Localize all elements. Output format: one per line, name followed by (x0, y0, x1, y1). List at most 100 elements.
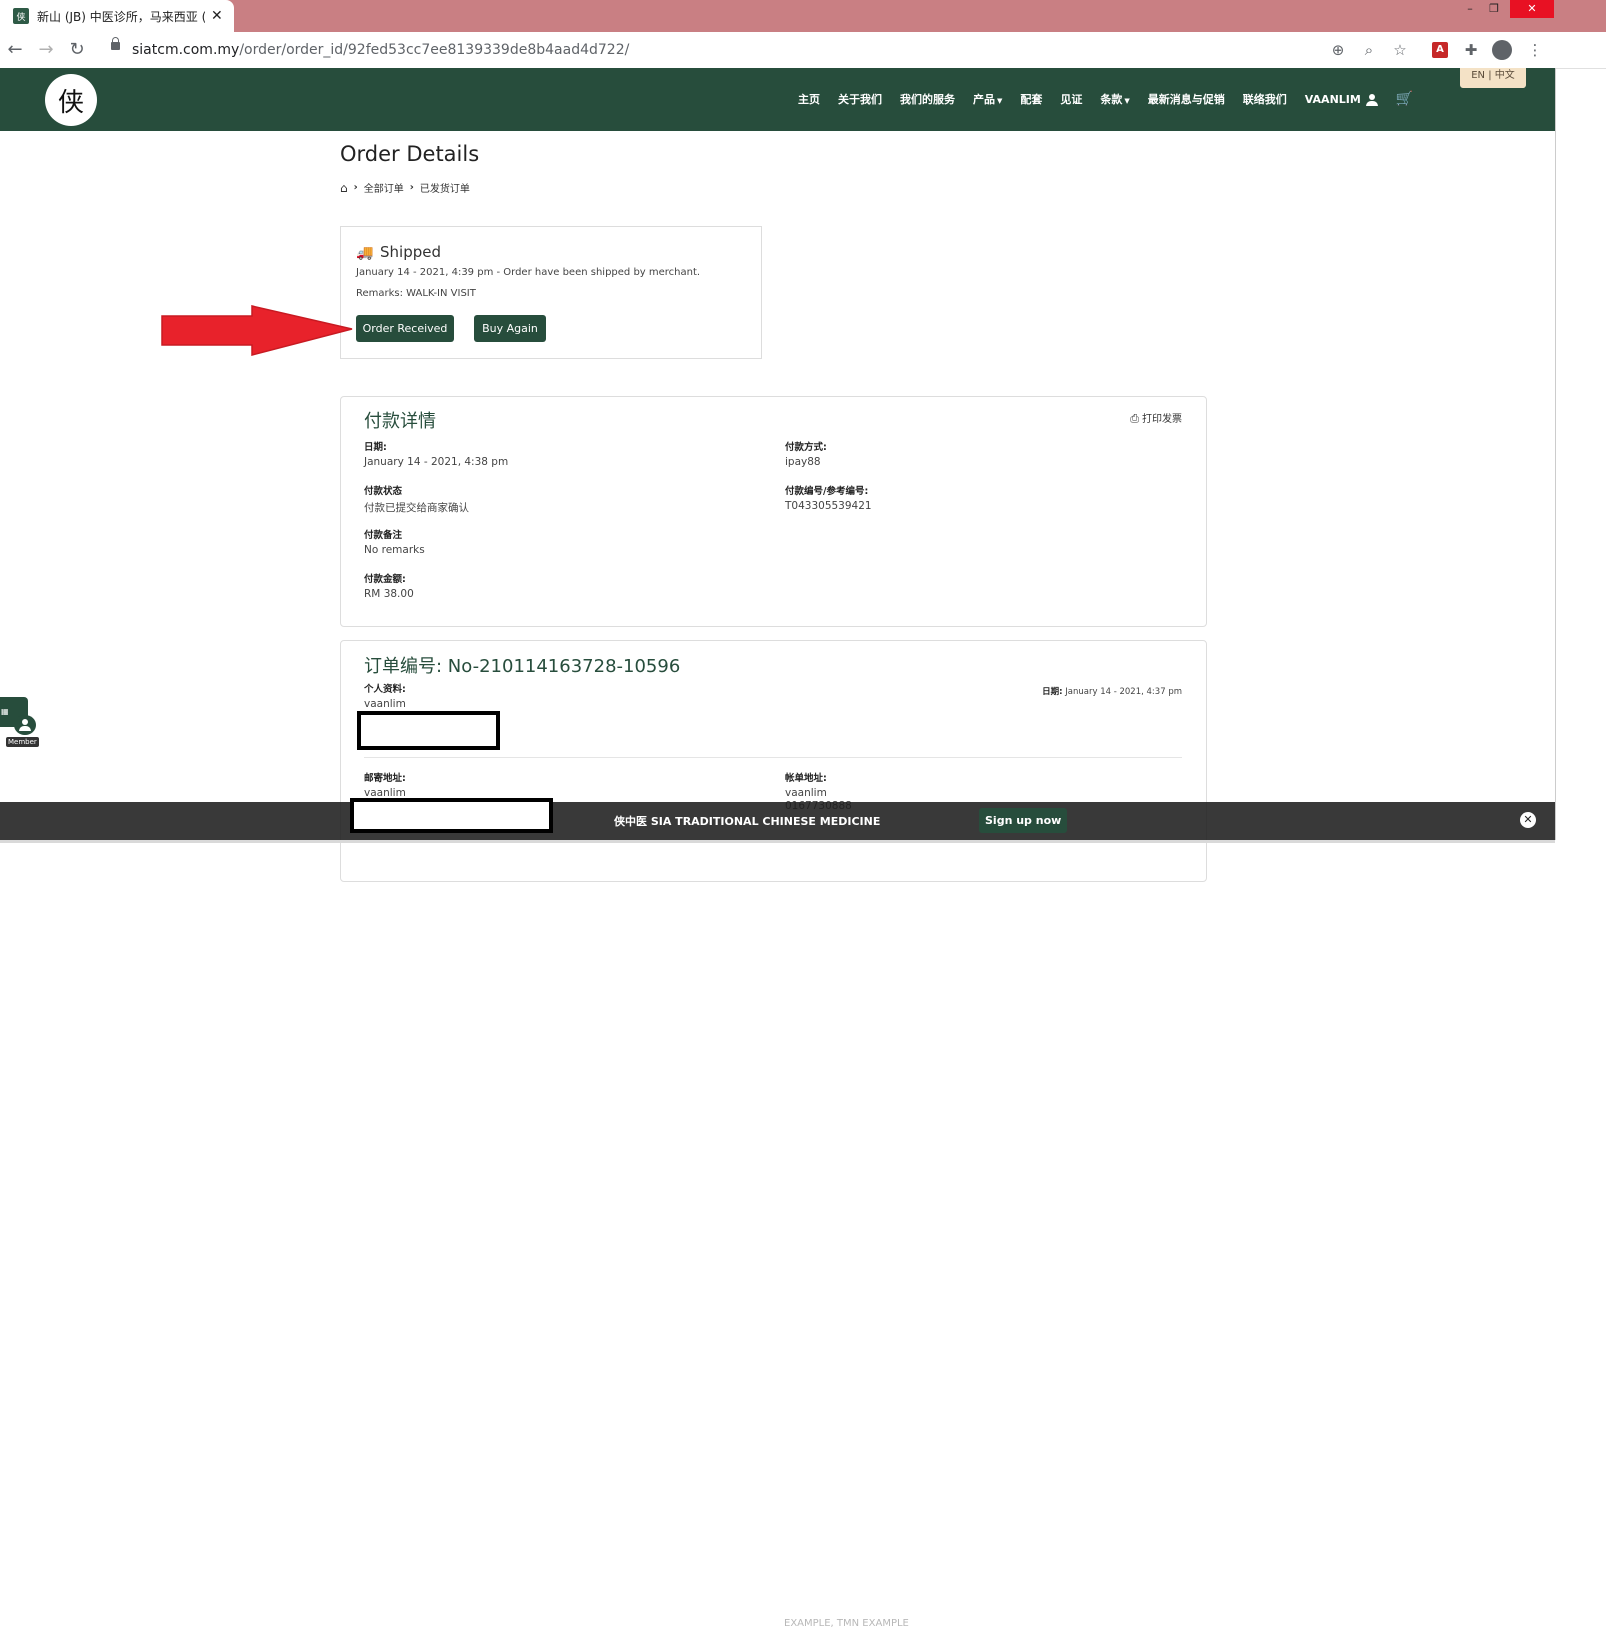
payment-status-value: 付款已提交给商家确认 (364, 502, 469, 514)
site-header: 侠 主页 关于我们 我们的服务 产品 ▼ 配套 见证 条款 ▼ 最新消息与促销 联络… (0, 68, 1555, 131)
payment-date-label: 日期: (364, 442, 387, 453)
profile-label: 个人资料: (364, 684, 406, 695)
site-logo[interactable]: 侠 (45, 74, 97, 126)
url-host: siatcm.com.my (132, 42, 240, 58)
nav-user[interactable]: VAANLIM (1305, 93, 1378, 106)
payment-status-field: 付款状态 付款已提交给商家确认 (364, 483, 469, 515)
member-person-icon (14, 715, 36, 735)
forward-arrow-icon[interactable]: → (35, 39, 57, 60)
window-restore-button[interactable]: ❐ (1478, 0, 1510, 18)
print-invoice-link[interactable]: ⎙ 打印发票 (1130, 410, 1182, 426)
grid-icon: ▦ (1, 707, 9, 716)
page-title: Order Details (340, 142, 480, 166)
status-title: Shipped (380, 243, 441, 261)
order-date-label: 日期: (1042, 687, 1063, 697)
tab-title: 新山 (JB) 中医诊所，马来西亚 (M (37, 9, 205, 24)
profile-value: vaanlim (364, 698, 406, 710)
payment-heading: 付款详情 (364, 411, 436, 432)
pdf-extension-icon[interactable]: A (1432, 42, 1448, 58)
browser-tab[interactable]: 侠 新山 (JB) 中医诊所，马来西亚 (M ✕ (0, 0, 234, 32)
payment-amount-value: RM 38.00 (364, 588, 414, 600)
profile-field: 个人资料: vaanlim (364, 681, 406, 710)
bookmark-star-icon[interactable]: ☆ (1390, 41, 1410, 59)
payment-ref-value: T043305539421 (785, 500, 872, 512)
payment-ref-field: 付款编号/参考编号: T043305539421 (785, 483, 872, 512)
site-favicon-icon: 侠 (13, 8, 29, 24)
url-path: /order/order_id/92fed53cc7ee8139339de8b4… (239, 42, 630, 58)
buy-again-button[interactable]: Buy Again (474, 315, 546, 342)
user-icon (1365, 93, 1378, 106)
back-arrow-icon[interactable]: ← (4, 39, 26, 60)
nav-contact[interactable]: 联络我们 (1243, 91, 1287, 107)
sign-up-button[interactable]: Sign up now (979, 808, 1068, 833)
browser-tab-bar: 侠 新山 (JB) 中医诊所，马来西亚 (M ✕ – ❐ ✕ (0, 0, 1606, 32)
add-page-icon[interactable]: ⊕ (1328, 41, 1348, 59)
nav-terms[interactable]: 条款 ▼ (1100, 91, 1129, 107)
shipping-address-field: 邮寄地址: vaanlim (364, 770, 406, 799)
billing-address-line: EXAMPLE, TMN EXAMPLE (784, 1618, 909, 1629)
payment-ref-label: 付款编号/参考编号: (785, 486, 869, 497)
nav-packages[interactable]: 配套 (1020, 91, 1042, 107)
nav-news[interactable]: 最新消息与促销 (1148, 91, 1225, 107)
payment-status-label: 付款状态 (364, 486, 403, 497)
nav-home[interactable]: 主页 (798, 91, 820, 107)
member-label: Member (6, 737, 39, 747)
address-bar[interactable]: siatcm.com.my/order/order_id/92fed53cc7e… (100, 36, 1420, 64)
status-description: January 14 - 2021, 4:39 pm - Order have … (356, 267, 701, 278)
order-date: 日期: January 14 - 2021, 4:37 pm (1042, 685, 1182, 697)
order-received-button[interactable]: Order Received (356, 315, 454, 342)
nav-products[interactable]: 产品 ▼ (973, 91, 1002, 107)
home-icon[interactable]: ⌂ (340, 181, 348, 195)
order-status-card: 🚚 Shipped January 14 - 2021, 4:39 pm - O… (340, 226, 762, 359)
signup-banner: EXAMPLE, TMN EXAMPLE 侠中医 SIA TRADITIONAL… (0, 798, 1555, 1629)
payment-details-card: 付款详情 ⎙ 打印发票 日期: January 14 - 2021, 4:38 p… (340, 396, 1207, 627)
printer-icon: ⎙ (1130, 412, 1139, 425)
payment-remark-label: 付款备注 (364, 530, 403, 541)
nav-terms-label: 条款 (1100, 93, 1123, 106)
browser-toolbar: ← → ↻ siatcm.com.my/order/order_id/92fed… (0, 32, 1606, 69)
nav-products-label: 产品 (973, 93, 995, 106)
browser-menu-icon[interactable]: ⋮ (1525, 41, 1545, 59)
chevron-down-icon: ▼ (1124, 97, 1130, 105)
payment-amount-field: 付款金额: RM 38.00 (364, 571, 414, 600)
bottom-strip (0, 840, 1555, 843)
url-text: siatcm.com.my/order/order_id/92fed53cc7e… (132, 42, 629, 58)
payment-date-field: 日期: January 14 - 2021, 4:38 pm (364, 439, 508, 468)
payment-amount-label: 付款金额: (364, 574, 406, 585)
reload-icon[interactable]: ↻ (66, 39, 88, 60)
redaction-box (350, 798, 553, 833)
nav-services[interactable]: 我们的服务 (900, 91, 955, 107)
billing-address-name: vaanlim (785, 787, 827, 799)
chevron-down-icon: ▼ (997, 97, 1003, 105)
scrollbar-edge (1555, 68, 1556, 840)
window-close-button[interactable]: ✕ (1510, 0, 1554, 18)
chevron-right-icon: › (409, 182, 414, 193)
divider (364, 757, 1182, 758)
truck-icon: 🚚 (356, 245, 374, 261)
profile-avatar-icon[interactable] (1492, 40, 1512, 60)
payment-method-value: ipay88 (785, 456, 821, 468)
payment-method-field: 付款方式: ipay88 (785, 439, 827, 468)
payment-date-value: January 14 - 2021, 4:38 pm (364, 456, 509, 468)
status-remarks: Remarks: WALK-IN VISIT (356, 288, 476, 299)
zoom-icon[interactable]: ⌕ (1359, 41, 1379, 59)
extensions-puzzle-icon[interactable]: ✚ (1461, 41, 1481, 59)
username: VAANLIM (1304, 92, 1361, 106)
tab-close-icon[interactable]: ✕ (211, 8, 223, 24)
payment-method-label: 付款方式: (785, 442, 827, 453)
language-switch[interactable]: EN | 中文 (1460, 68, 1526, 88)
payment-remark-value: No remarks (364, 544, 425, 556)
close-icon[interactable]: ✕ (1520, 812, 1536, 828)
red-arrow-annotation (161, 305, 353, 356)
order-date-value: January 14 - 2021, 4:37 pm (1065, 687, 1182, 697)
chevron-right-icon: › (353, 182, 358, 193)
billing-address-label: 帐单地址: (785, 773, 827, 784)
cart-icon[interactable]: 🛒 (1396, 91, 1413, 107)
shipping-address-label: 邮寄地址: (364, 773, 406, 784)
banner-text: 侠中医 SIA TRADITIONAL CHINESE MEDICINE (614, 815, 881, 828)
breadcrumb-all-orders[interactable]: 全部订单 (364, 180, 404, 195)
order-info-card: 订单编号: No-210114163728-10596 日期: January … (340, 640, 1207, 882)
nav-testimonials[interactable]: 见证 (1060, 91, 1082, 107)
breadcrumb-shipped-orders: 已发货订单 (419, 184, 470, 195)
nav-about[interactable]: 关于我们 (838, 91, 882, 107)
